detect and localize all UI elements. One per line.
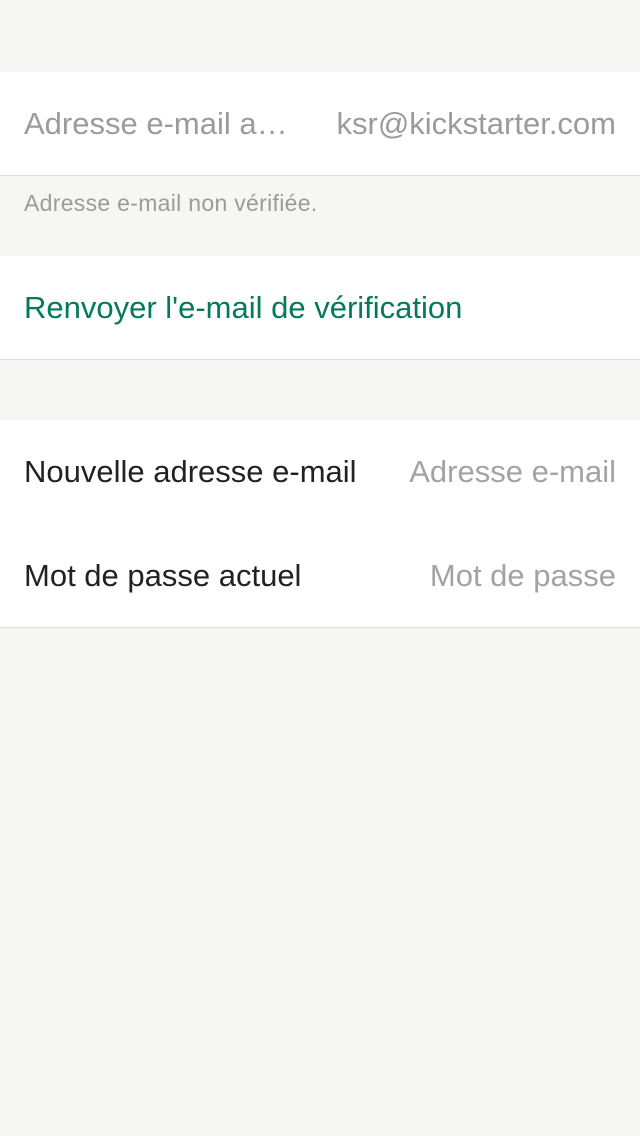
new-email-row[interactable]: Nouvelle adresse e-mail xyxy=(0,420,640,524)
current-email-section: Adresse e-mail actuelle ksr@kickstarter.… xyxy=(0,72,640,176)
current-email-row: Adresse e-mail actuelle ksr@kickstarter.… xyxy=(0,72,640,176)
current-email-value: ksr@kickstarter.com xyxy=(336,106,617,141)
current-password-input[interactable] xyxy=(386,558,616,594)
current-email-label: Adresse e-mail actuelle xyxy=(24,106,294,141)
resend-section: Renvoyer l'e-mail de vérification xyxy=(0,256,640,360)
change-email-form: Nouvelle adresse e-mail Mot de passe act… xyxy=(0,420,640,628)
new-email-label: Nouvelle adresse e-mail xyxy=(24,454,357,489)
change-email-screen: Adresse e-mail actuelle ksr@kickstarter.… xyxy=(0,0,640,1136)
current-password-label: Mot de passe actuel xyxy=(24,558,302,593)
section-divider xyxy=(0,359,640,360)
section-divider xyxy=(0,627,640,628)
resend-verification-link[interactable]: Renvoyer l'e-mail de vérification xyxy=(24,290,462,326)
new-email-input[interactable] xyxy=(386,454,616,490)
unverified-status-note: Adresse e-mail non vérifiée. xyxy=(24,190,318,216)
resend-verification-row[interactable]: Renvoyer l'e-mail de vérification xyxy=(0,256,640,360)
current-password-row[interactable]: Mot de passe actuel xyxy=(0,524,640,628)
section-divider xyxy=(0,175,640,176)
